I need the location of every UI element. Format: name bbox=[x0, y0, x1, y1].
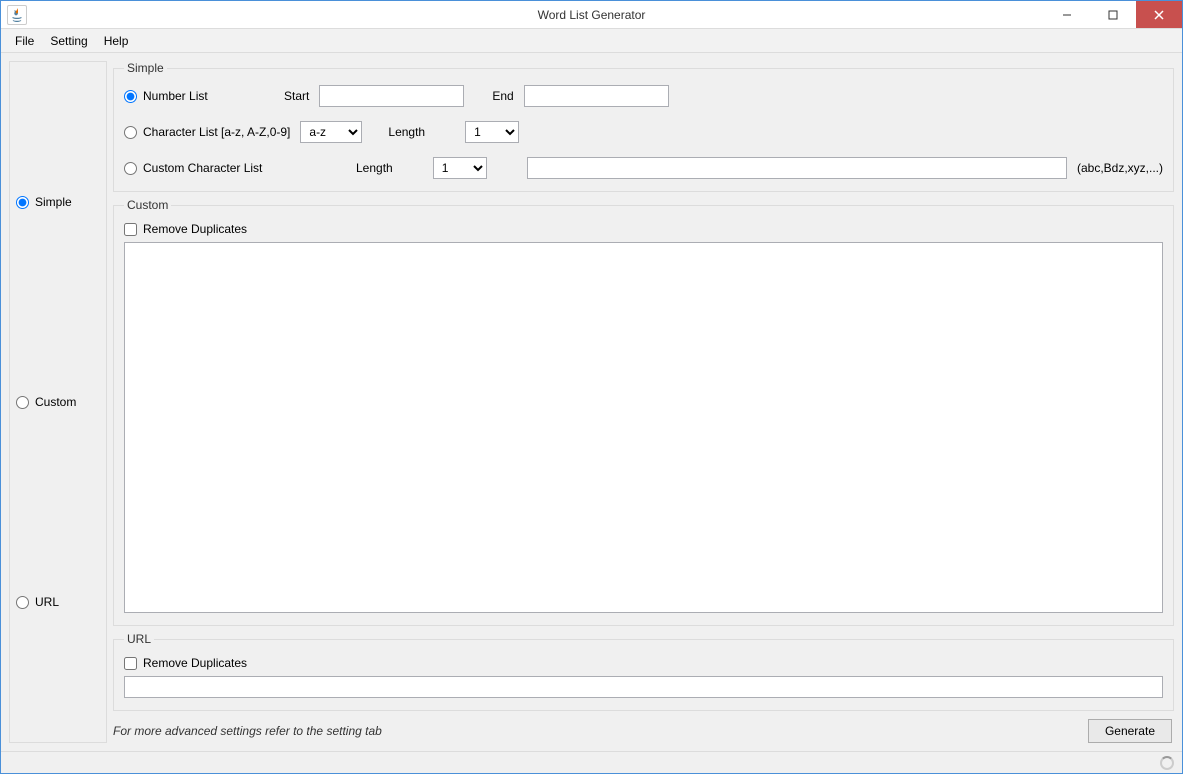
custom-char-label: Custom Character List bbox=[143, 161, 262, 175]
footer-hint: For more advanced settings refer to the … bbox=[113, 724, 382, 738]
url-remove-dup[interactable]: Remove Duplicates bbox=[124, 656, 1163, 670]
mode-custom-radio[interactable] bbox=[16, 396, 29, 409]
end-label: End bbox=[492, 89, 513, 103]
close-button[interactable] bbox=[1136, 1, 1182, 28]
menu-bar: File Setting Help bbox=[1, 29, 1182, 53]
custom-char-input[interactable] bbox=[527, 157, 1067, 179]
java-icon bbox=[7, 5, 27, 25]
generate-button[interactable]: Generate bbox=[1088, 719, 1172, 743]
custom-char-option[interactable]: Custom Character List bbox=[124, 161, 346, 175]
simple-legend: Simple bbox=[124, 61, 167, 75]
number-list-option[interactable]: Number List bbox=[124, 89, 274, 103]
mode-selector: Simple Custom URL bbox=[9, 61, 107, 743]
mode-custom-label: Custom bbox=[35, 395, 76, 409]
custom-group: Custom Remove Duplicates bbox=[113, 198, 1174, 626]
custom-remove-dup-label: Remove Duplicates bbox=[143, 222, 247, 236]
custom-length-select[interactable]: 1 bbox=[433, 157, 487, 179]
url-input[interactable] bbox=[124, 676, 1163, 698]
mode-url-label: URL bbox=[35, 595, 59, 609]
custom-char-hint: (abc,Bdz,xyz,...) bbox=[1077, 161, 1163, 175]
mode-simple-label: Simple bbox=[35, 195, 72, 209]
simple-group: Simple Number List Start End Character L… bbox=[113, 61, 1174, 192]
menu-help[interactable]: Help bbox=[96, 31, 137, 51]
char-range-select[interactable]: a-z bbox=[300, 121, 362, 143]
client-area: Simple Custom URL Simple Number List Sta… bbox=[1, 53, 1182, 751]
custom-remove-dup[interactable]: Remove Duplicates bbox=[124, 222, 1163, 236]
footer: For more advanced settings refer to the … bbox=[113, 717, 1174, 743]
mode-url[interactable]: URL bbox=[16, 595, 100, 609]
mode-custom[interactable]: Custom bbox=[16, 395, 100, 409]
minimize-button[interactable] bbox=[1044, 1, 1090, 28]
custom-length-label: Length bbox=[356, 161, 393, 175]
maximize-button[interactable] bbox=[1090, 1, 1136, 28]
url-group: URL Remove Duplicates bbox=[113, 632, 1174, 711]
number-list-label: Number List bbox=[143, 89, 208, 103]
mode-url-radio[interactable] bbox=[16, 596, 29, 609]
number-list-radio[interactable] bbox=[124, 90, 137, 103]
start-input[interactable] bbox=[319, 85, 464, 107]
url-remove-dup-label: Remove Duplicates bbox=[143, 656, 247, 670]
char-list-label: Character List [a-z, A-Z,0-9] bbox=[143, 125, 290, 139]
window-title: Word List Generator bbox=[1, 8, 1182, 22]
busy-spinner-icon bbox=[1160, 756, 1174, 770]
title-bar: Word List Generator bbox=[1, 1, 1182, 29]
custom-legend: Custom bbox=[124, 198, 171, 212]
char-length-select[interactable]: 1 bbox=[465, 121, 519, 143]
url-remove-dup-checkbox[interactable] bbox=[124, 657, 137, 670]
custom-remove-dup-checkbox[interactable] bbox=[124, 223, 137, 236]
menu-file[interactable]: File bbox=[7, 31, 42, 51]
char-length-label: Length bbox=[388, 125, 425, 139]
custom-char-radio[interactable] bbox=[124, 162, 137, 175]
status-bar bbox=[1, 751, 1182, 773]
mode-simple-radio[interactable] bbox=[16, 196, 29, 209]
custom-textarea[interactable] bbox=[124, 242, 1163, 613]
char-list-option[interactable]: Character List [a-z, A-Z,0-9] bbox=[124, 125, 290, 139]
char-list-radio[interactable] bbox=[124, 126, 137, 139]
menu-setting[interactable]: Setting bbox=[42, 31, 95, 51]
start-label: Start bbox=[284, 89, 309, 103]
end-input[interactable] bbox=[524, 85, 669, 107]
url-legend: URL bbox=[124, 632, 154, 646]
mode-simple[interactable]: Simple bbox=[16, 195, 100, 209]
